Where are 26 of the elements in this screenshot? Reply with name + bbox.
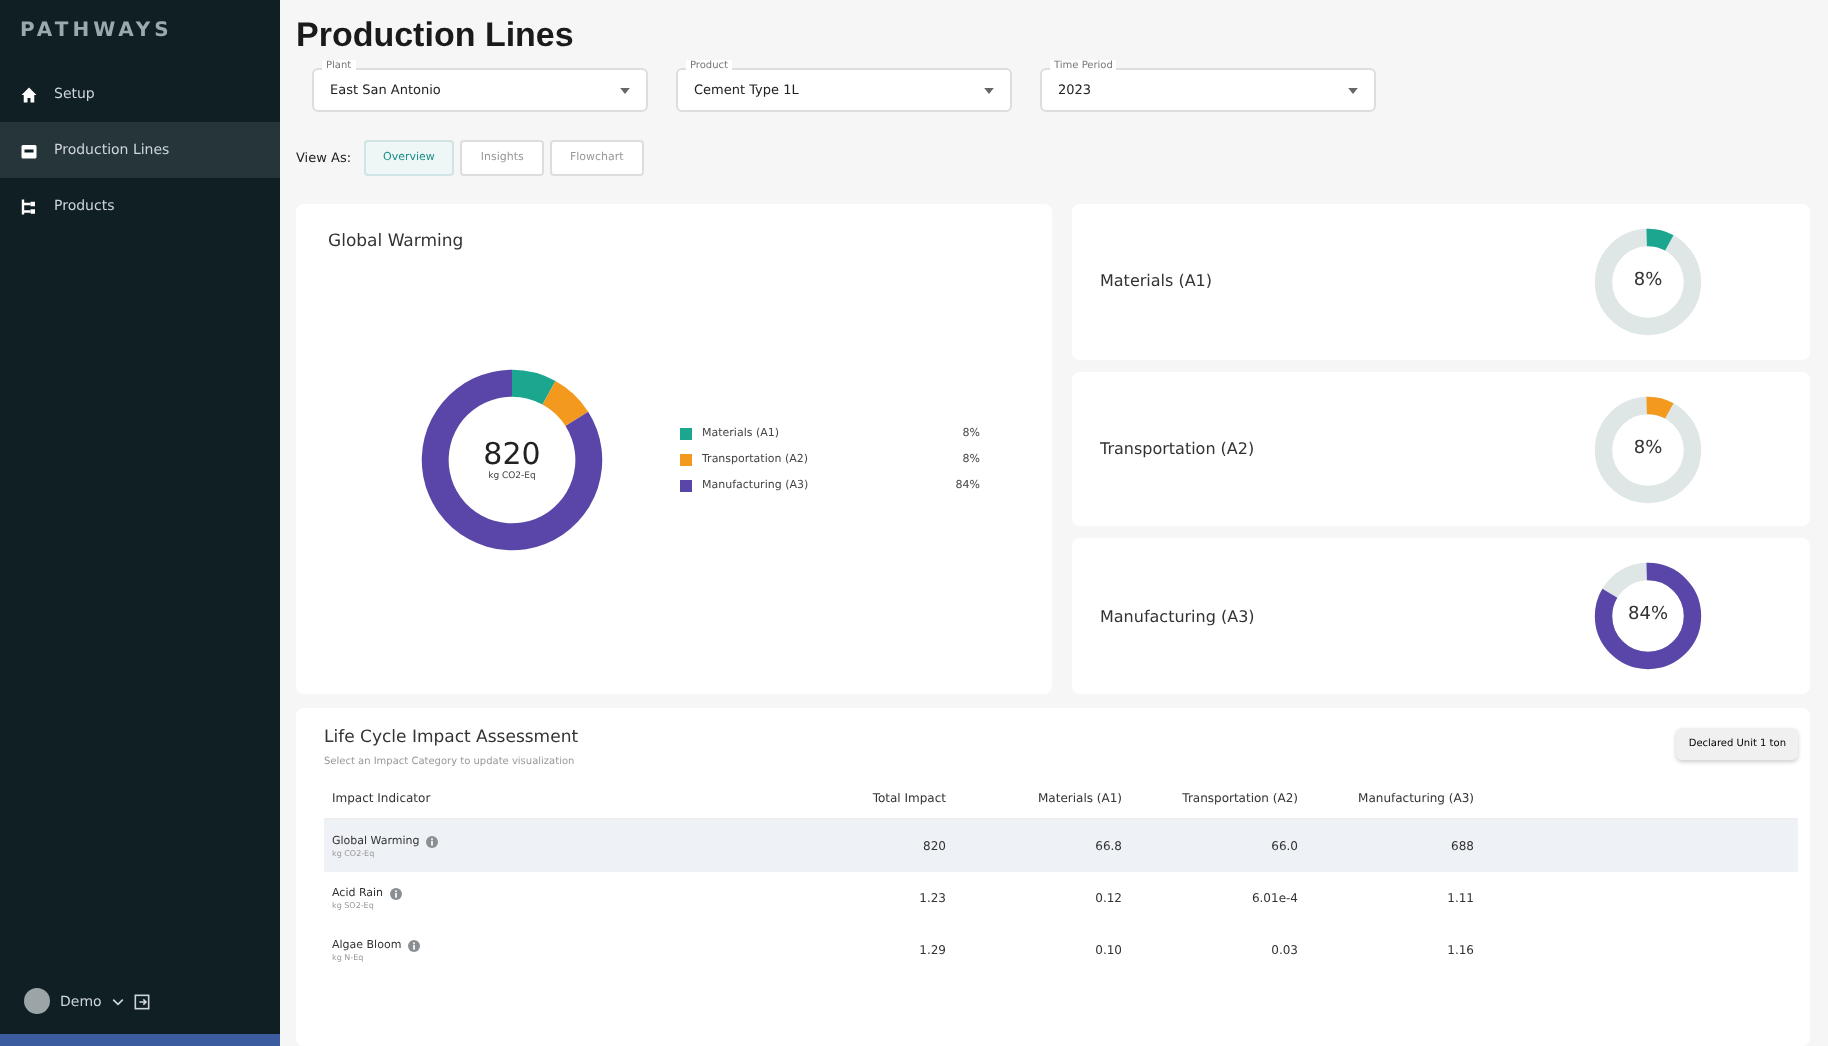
progress-ring	[1590, 223, 1706, 340]
progress-ring	[1590, 558, 1706, 675]
info-icon[interactable]	[425, 835, 438, 847]
hierarchy-icon	[20, 197, 38, 215]
progress-ring	[1590, 391, 1706, 507]
avatar-icon	[24, 988, 50, 1014]
home-icon	[20, 85, 38, 103]
stage-title: Manufacturing (A3)	[1100, 607, 1255, 626]
info-icon[interactable]	[389, 887, 402, 899]
caret-icon	[1348, 87, 1358, 93]
info-icon[interactable]	[407, 939, 420, 951]
app-logo: PATHWAYS	[18, 18, 175, 46]
table-title: Life Cycle Impact Assessment	[324, 728, 579, 748]
card-title: Global Warming	[328, 232, 466, 252]
total-value: 820	[483, 436, 541, 472]
logout-icon[interactable]	[133, 993, 150, 1009]
page-title: Production Lines	[296, 16, 576, 56]
percent-reading: 8%	[1633, 440, 1663, 458]
percent-reading: 84%	[1628, 607, 1668, 626]
stage-title: Transportation (A2)	[1100, 440, 1255, 458]
stage-title: Materials (A1)	[1100, 272, 1213, 291]
caret-icon	[984, 87, 994, 93]
caret-icon	[620, 87, 630, 93]
percent-reading: 8%	[1633, 272, 1663, 291]
box-icon	[20, 141, 38, 159]
chevron-icon[interactable]	[111, 997, 124, 1005]
